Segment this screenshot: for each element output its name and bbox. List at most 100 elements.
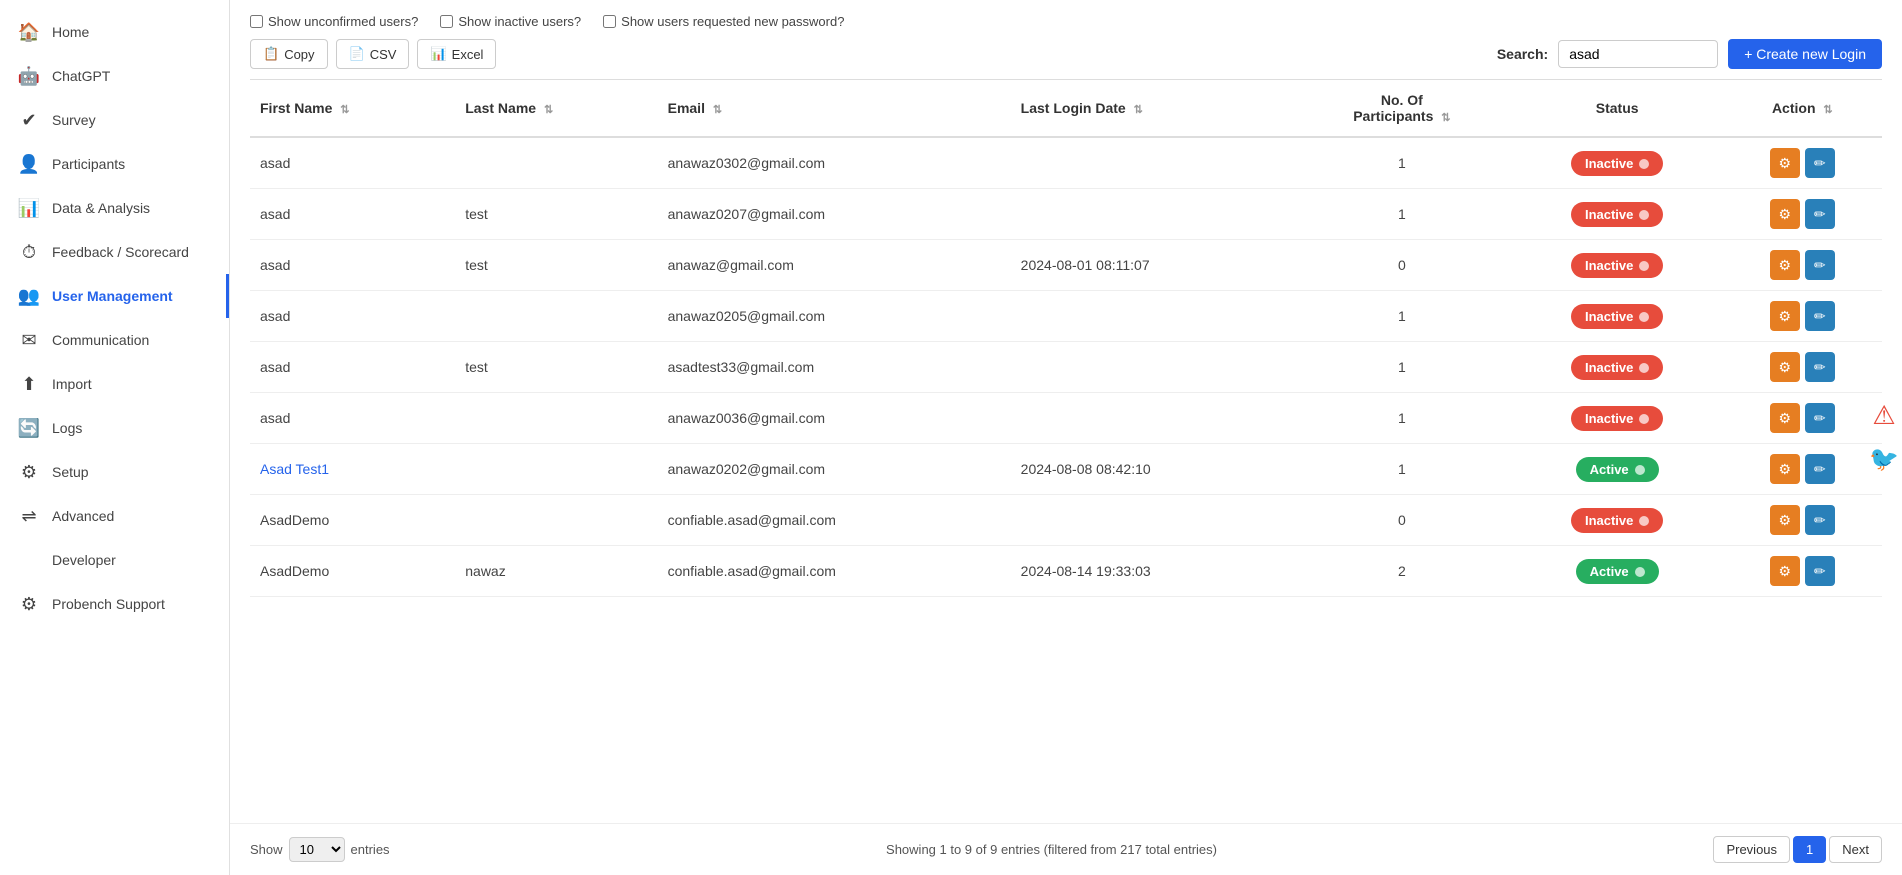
page-1-button[interactable]: 1 [1793,836,1826,863]
sidebar-item-import[interactable]: ⬆ Import [0,362,229,406]
th-first-name-label: First Name [260,100,332,116]
alert-icon[interactable]: ⚠ [1866,398,1902,434]
status-badge[interactable]: Inactive [1571,355,1663,380]
status-badge[interactable]: Inactive [1571,202,1663,227]
sidebar-item-communication[interactable]: ✉ Communication [0,318,229,362]
action-buttons: ⚙ ✏ [1733,199,1872,229]
td-last-name: test [455,240,657,291]
status-badge[interactable]: Inactive [1571,406,1663,431]
copy-button[interactable]: 📋 Copy [250,39,328,69]
table-row: asad test anawaz@gmail.com 2024-08-01 08… [250,240,1882,291]
copy-icon: 📋 [263,46,279,62]
entries-select[interactable]: 10 25 50 100 [289,837,345,862]
status-badge[interactable]: Inactive [1571,151,1663,176]
sidebar-item-data-analysis[interactable]: 📊 Data & Analysis [0,186,229,230]
filter-inactive-checkbox[interactable] [440,15,453,28]
permissions-button[interactable]: ⚙ [1770,352,1800,382]
sidebar-item-survey[interactable]: ✔ Survey [0,98,229,142]
first-name-cell: asad [260,257,290,273]
sidebar-icon-advanced: ⇌ [18,505,40,527]
sidebar-item-advanced[interactable]: ⇌ Advanced [0,494,229,538]
th-action[interactable]: Action ⇅ [1723,80,1882,138]
filter-unconfirmed-checkbox[interactable] [250,15,263,28]
sidebar-item-logs[interactable]: 🔄 Logs [0,406,229,450]
th-last-name[interactable]: Last Name ⇅ [455,80,657,138]
th-email[interactable]: Email ⇅ [658,80,1011,138]
sidebar-label-advanced: Advanced [52,508,114,524]
filter-inactive[interactable]: Show inactive users? [440,14,581,29]
sidebar-label-data-analysis: Data & Analysis [52,200,150,216]
edit-button[interactable]: ✏ [1805,505,1835,535]
sidebar-item-chatgpt[interactable]: 🤖 ChatGPT [0,54,229,98]
sidebar-label-participants: Participants [52,156,125,172]
pagination-buttons: Previous 1 Next [1713,836,1882,863]
sidebar-item-user-management[interactable]: 👥 User Management [0,274,229,318]
td-participants: 1 [1292,393,1512,444]
edit-button[interactable]: ✏ [1805,403,1835,433]
status-badge[interactable]: Inactive [1571,304,1663,329]
td-status: Inactive [1512,240,1723,291]
edit-button[interactable]: ✏ [1805,352,1835,382]
action-buttons: ⚙ ✏ [1733,454,1872,484]
edit-button[interactable]: ✏ [1805,301,1835,331]
table-row: asad anawaz0036@gmail.com 1 Inactive ⚙ ✏ [250,393,1882,444]
permissions-button[interactable]: ⚙ [1770,199,1800,229]
sidebar-icon-home: 🏠 [18,21,40,43]
csv-button[interactable]: 📄 CSV [336,39,410,69]
edit-button[interactable]: ✏ [1805,148,1835,178]
td-first-name: asad [250,291,455,342]
td-action: ⚙ ✏ [1723,495,1882,546]
permissions-button[interactable]: ⚙ [1770,556,1800,586]
status-badge[interactable]: Active [1576,559,1659,584]
th-first-name[interactable]: First Name ⇅ [250,80,455,138]
search-input[interactable] [1558,40,1718,68]
sidebar-icon-developer [18,549,40,571]
td-status: Inactive [1512,495,1723,546]
edit-button[interactable]: ✏ [1805,250,1835,280]
sidebar-item-setup[interactable]: ⚙ Setup [0,450,229,494]
entries-info: Showing 1 to 9 of 9 entries (filtered fr… [400,842,1704,857]
status-badge[interactable]: Inactive [1571,253,1663,278]
first-name-link[interactable]: Asad Test1 [260,461,329,477]
sidebar-item-home[interactable]: 🏠 Home [0,10,229,54]
entries-label: entries [351,842,390,857]
permissions-button[interactable]: ⚙ [1770,301,1800,331]
filter-password-checkbox[interactable] [603,15,616,28]
permissions-button[interactable]: ⚙ [1770,148,1800,178]
permissions-button[interactable]: ⚙ [1770,505,1800,535]
edit-button[interactable]: ✏ [1805,454,1835,484]
sidebar-item-feedback-scorecard[interactable]: ⏱ Feedback / Scorecard [0,230,229,274]
permissions-button[interactable]: ⚙ [1770,250,1800,280]
permissions-button[interactable]: ⚙ [1770,403,1800,433]
th-last-login-date[interactable]: Last Login Date ⇅ [1011,80,1292,138]
status-badge[interactable]: Active [1576,457,1659,482]
sidebar-item-probench-support[interactable]: ⚙ Probench Support [0,582,229,626]
prev-button[interactable]: Previous [1713,836,1790,863]
td-participants: 1 [1292,444,1512,495]
edit-button[interactable]: ✏ [1805,556,1835,586]
sort-icon-first-name: ⇅ [340,103,349,116]
users-table: First Name ⇅ Last Name ⇅ Email ⇅ Last Lo… [250,79,1882,597]
status-badge[interactable]: Inactive [1571,508,1663,533]
first-name-cell: asad [260,308,290,324]
sidebar-item-developer[interactable]: Developer [0,538,229,582]
td-last-name [455,393,657,444]
filter-unconfirmed[interactable]: Show unconfirmed users? [250,14,418,29]
td-email: anawaz0302@gmail.com [658,137,1011,189]
td-action: ⚙ ✏ [1723,291,1882,342]
next-button[interactable]: Next [1829,836,1882,863]
permissions-button[interactable]: ⚙ [1770,454,1800,484]
csv-icon: 📄 [349,46,365,62]
td-action: ⚙ ✏ [1723,137,1882,189]
th-participants[interactable]: No. OfParticipants ⇅ [1292,80,1512,138]
filter-requested-password[interactable]: Show users requested new password? [603,14,844,29]
filter-bar: Show unconfirmed users? Show inactive us… [230,0,1902,29]
sidebar-icon-setup: ⚙ [18,461,40,483]
sidebar-item-participants[interactable]: 👤 Participants [0,142,229,186]
edit-button[interactable]: ✏ [1805,199,1835,229]
excel-button[interactable]: 📊 Excel [417,39,496,69]
td-participants: 1 [1292,291,1512,342]
create-login-button[interactable]: + Create new Login [1728,39,1882,69]
twitter-icon[interactable]: 🐦 [1866,442,1902,478]
td-last-login-date [1011,342,1292,393]
